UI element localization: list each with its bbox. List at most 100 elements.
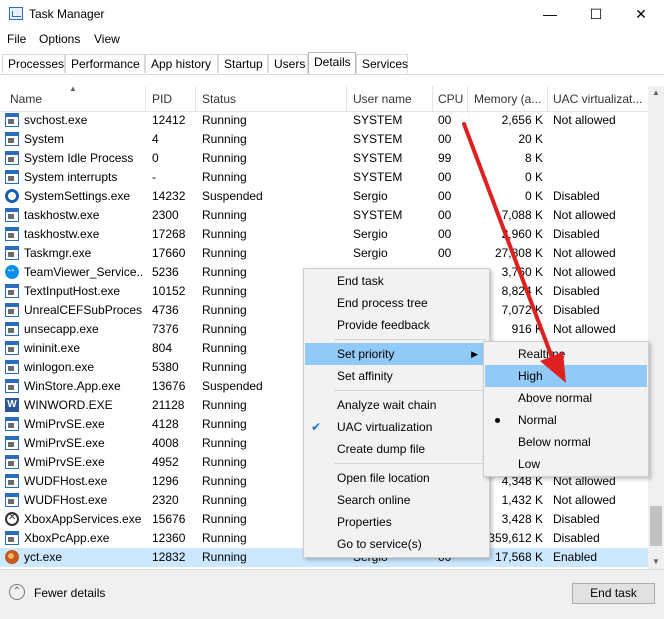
cell-cpu: 00 bbox=[438, 246, 452, 260]
menu-properties[interactable]: Properties bbox=[305, 511, 488, 533]
scroll-up-arrow-icon[interactable]: ▲ bbox=[648, 86, 664, 100]
chevron-up-icon[interactable]: ⌃ bbox=[9, 584, 25, 600]
cell-pid: 12832 bbox=[152, 550, 186, 564]
close-button[interactable]: ✕ bbox=[633, 6, 649, 22]
menu-end-process-tree[interactable]: End process tree bbox=[305, 292, 488, 314]
priority-realtime[interactable]: Realtime bbox=[485, 343, 647, 365]
cell-uac: Not allowed bbox=[553, 265, 616, 279]
priority-high[interactable]: High bbox=[485, 365, 647, 387]
table-row[interactable]: System interrupts - Running SYSTEM 00 0 K bbox=[0, 168, 648, 187]
menu-feedback-label: Provide feedback bbox=[337, 318, 430, 332]
cell-pid: 2320 bbox=[152, 493, 179, 507]
teamviewer-icon bbox=[5, 264, 19, 279]
cell-uac: Not allowed bbox=[553, 246, 616, 260]
table-row[interactable]: taskhostw.exe 2300 Running SYSTEM 00 7,088 K N… bbox=[0, 206, 648, 225]
task-manager-icon bbox=[9, 7, 23, 20]
scroll-down-arrow-icon[interactable]: ▼ bbox=[648, 555, 664, 569]
cell-user: SYSTEM bbox=[353, 208, 403, 222]
tab-app-history[interactable]: App history bbox=[145, 54, 218, 73]
cell-pid: 12412 bbox=[152, 113, 186, 127]
minimize-button[interactable]: — bbox=[542, 6, 558, 22]
cell-name: System Idle Process bbox=[24, 151, 134, 165]
tab-services[interactable]: Services bbox=[356, 54, 408, 73]
cell-pid: 4952 bbox=[152, 455, 179, 469]
cell-name: System bbox=[24, 132, 65, 146]
cell-mem: 2,656 K bbox=[501, 113, 543, 127]
cell-status: Running bbox=[202, 227, 247, 241]
header-pid[interactable]: PID bbox=[152, 92, 192, 106]
table-row[interactable]: System 4 Running SYSTEM 00 20 K bbox=[0, 130, 648, 149]
tab-details[interactable]: Details bbox=[308, 52, 356, 74]
menu-analyze-wait-chain[interactable]: Analyze wait chain bbox=[305, 394, 488, 416]
cell-status: Running bbox=[202, 132, 247, 146]
header-uac-virtualization[interactable]: UAC virtualizat... bbox=[553, 92, 647, 106]
cell-status: Running bbox=[202, 113, 247, 127]
table-row[interactable]: System Idle Process 0 Running SYSTEM 99 8 K bbox=[0, 149, 648, 168]
window-app-icon bbox=[5, 246, 19, 260]
cell-name: WUDFHost.exe bbox=[24, 474, 108, 488]
scroll-thumb[interactable] bbox=[650, 506, 662, 546]
cell-cpu: 00 bbox=[438, 113, 452, 127]
column-header: ▲ Name PID Status User name CPU Memory (… bbox=[0, 84, 648, 112]
cell-name: taskhostw.exe bbox=[24, 227, 100, 241]
cell-pid: 2300 bbox=[152, 208, 179, 222]
priority-below-normal[interactable]: Below normal bbox=[485, 431, 647, 453]
menu-end-task[interactable]: End task bbox=[305, 270, 488, 292]
cell-mem: 2,960 K bbox=[501, 227, 543, 241]
menu-uac-virtualization[interactable]: ✔ UAC virtualization bbox=[305, 416, 488, 438]
header-status[interactable]: Status bbox=[202, 92, 342, 106]
table-row[interactable]: Taskmgr.exe 17660 Running Sergio 00 27,808 K N… bbox=[0, 244, 648, 263]
cell-pid: 5380 bbox=[152, 360, 179, 374]
table-row[interactable]: SystemSettings.exe 14232 Suspended Sergio 00… bbox=[0, 187, 648, 206]
cell-name: taskhostw.exe bbox=[24, 208, 100, 222]
tab-processes[interactable]: Processes bbox=[2, 54, 65, 73]
cell-user: SYSTEM bbox=[353, 151, 403, 165]
cell-pid: 10152 bbox=[152, 284, 186, 298]
header-user-name[interactable]: User name bbox=[353, 92, 428, 106]
priority-submenu: Realtime High Above normal Normal Below … bbox=[483, 341, 649, 477]
menu-open-file-location[interactable]: Open file location bbox=[305, 467, 488, 489]
priority-normal[interactable]: Normal bbox=[485, 409, 647, 431]
cell-name: WINWORD.EXE bbox=[24, 398, 113, 412]
menu-go-to-services[interactable]: Go to service(s) bbox=[305, 533, 488, 555]
menu-set-priority[interactable]: Set priority ▶ bbox=[305, 343, 488, 365]
cell-uac: Disabled bbox=[553, 531, 600, 545]
fewer-details-link[interactable]: Fewer details bbox=[34, 586, 105, 600]
cell-cpu: 00 bbox=[438, 189, 452, 203]
menu-set-priority-label: Set priority bbox=[337, 347, 395, 361]
menu-view[interactable]: View bbox=[94, 32, 120, 46]
tab-performance[interactable]: Performance bbox=[65, 54, 145, 73]
menu-file[interactable]: File bbox=[7, 32, 26, 46]
header-memory[interactable]: Memory (a... bbox=[474, 92, 544, 106]
cell-user: SYSTEM bbox=[353, 170, 403, 184]
header-cpu[interactable]: CPU bbox=[438, 92, 468, 106]
header-name[interactable]: Name bbox=[10, 92, 140, 106]
menu-set-affinity[interactable]: Set affinity bbox=[305, 365, 488, 387]
cell-pid: 1296 bbox=[152, 474, 179, 488]
menu-search-label: Search online bbox=[337, 493, 411, 507]
cell-pid: 4736 bbox=[152, 303, 179, 317]
menu-set-affinity-label: Set affinity bbox=[337, 369, 393, 383]
vertical-scrollbar[interactable]: ▲ ▼ bbox=[648, 86, 664, 569]
cell-uac: Disabled bbox=[553, 227, 600, 241]
menu-provide-feedback[interactable]: Provide feedback bbox=[305, 314, 488, 336]
window-app-icon bbox=[5, 151, 19, 165]
cell-pid: 4008 bbox=[152, 436, 179, 450]
priority-above-normal[interactable]: Above normal bbox=[485, 387, 647, 409]
cell-user: Sergio bbox=[353, 189, 388, 203]
tab-users[interactable]: Users bbox=[268, 54, 308, 73]
table-row[interactable]: taskhostw.exe 17268 Running Sergio 00 2,960 K… bbox=[0, 225, 648, 244]
cell-name: WmiPrvSE.exe bbox=[24, 455, 105, 469]
maximize-button[interactable]: ☐ bbox=[588, 6, 604, 22]
priority-above-normal-label: Above normal bbox=[518, 391, 593, 405]
priority-low[interactable]: Low bbox=[485, 453, 647, 475]
submenu-arrow-icon: ▶ bbox=[471, 349, 478, 359]
cell-uac: Not allowed bbox=[553, 113, 616, 127]
menu-create-dump-file[interactable]: Create dump file bbox=[305, 438, 488, 460]
menu-search-online[interactable]: Search online bbox=[305, 489, 488, 511]
menu-options[interactable]: Options bbox=[39, 32, 80, 46]
end-task-button[interactable]: End task bbox=[572, 583, 655, 604]
context-menu: End task End process tree Provide feedba… bbox=[303, 268, 490, 558]
table-row[interactable]: svchost.exe 12412 Running SYSTEM 00 2,656 K No… bbox=[0, 111, 648, 130]
tab-startup[interactable]: Startup bbox=[218, 54, 268, 73]
